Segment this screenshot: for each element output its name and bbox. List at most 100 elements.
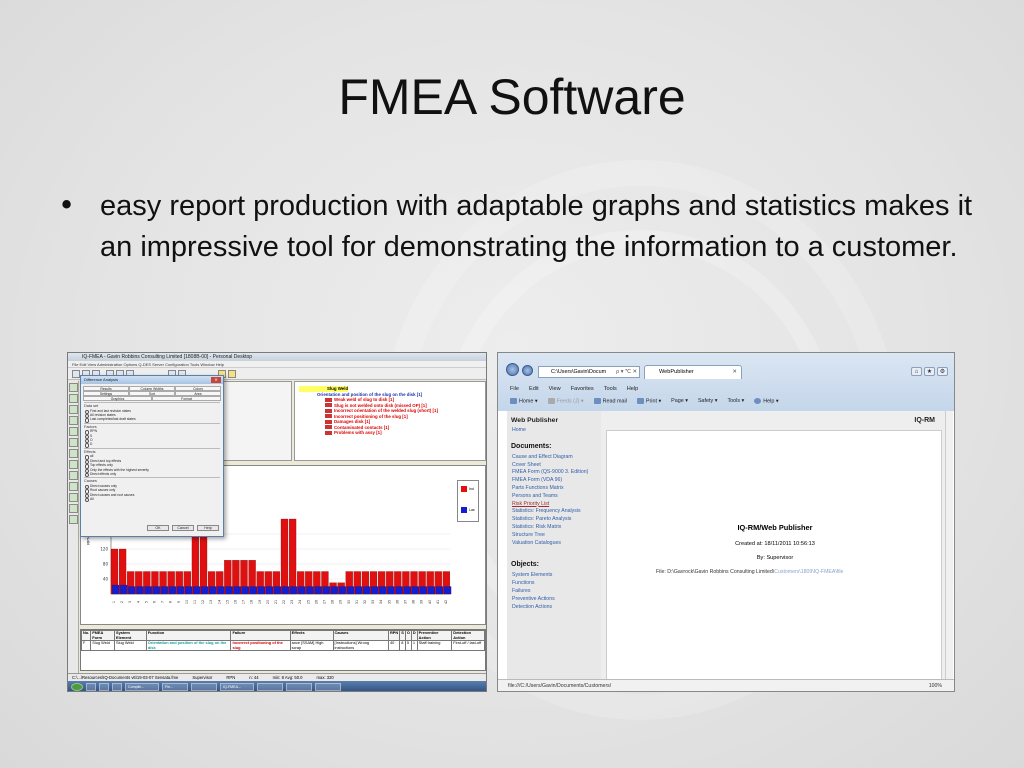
taskbar-item[interactable] bbox=[286, 683, 312, 691]
bar-las[interactable] bbox=[273, 586, 282, 595]
home-link[interactable]: Home bbox=[507, 427, 601, 435]
bar-las[interactable] bbox=[395, 586, 403, 595]
taskbar-item[interactable] bbox=[112, 683, 122, 691]
tree-root[interactable]: Slug Weld bbox=[299, 386, 349, 392]
tab-graphics[interactable]: Graphics bbox=[83, 396, 152, 401]
bar-las[interactable] bbox=[427, 586, 436, 595]
settings-icon[interactable]: ⚙ bbox=[937, 367, 948, 376]
app-menu-bar[interactable]: File Edit View Administration Options Q-… bbox=[68, 361, 486, 368]
bar-las[interactable] bbox=[168, 586, 176, 595]
grid-cell[interactable]: F bbox=[80, 640, 92, 652]
taskbar-item[interactable]: Fin... bbox=[162, 683, 188, 691]
tool-icon[interactable] bbox=[69, 493, 78, 502]
bar-las[interactable] bbox=[217, 586, 225, 595]
taskbar-item[interactable]: IQ-FMEA... bbox=[220, 683, 254, 691]
document-link[interactable]: FMEA Form (QS-9000 3. Edition) bbox=[507, 469, 601, 477]
bar-las[interactable] bbox=[225, 586, 233, 595]
bar-las[interactable] bbox=[306, 586, 314, 595]
document-link[interactable]: FMEA Form (VDA 96) bbox=[507, 477, 601, 485]
bar-las[interactable] bbox=[257, 586, 266, 595]
grid-cell[interactable]: [Instructions] Wrong instructions bbox=[332, 640, 390, 652]
menu-item[interactable]: Help bbox=[627, 386, 639, 392]
bar-las[interactable] bbox=[136, 586, 144, 595]
address-controls[interactable]: ρ ▾ ℃ ✕ bbox=[616, 367, 637, 377]
checkbox-option[interactable]: D bbox=[84, 442, 220, 449]
bar-ind[interactable] bbox=[280, 518, 289, 595]
grid-cell[interactable]: Orientation and position of the slug on … bbox=[145, 640, 232, 652]
vertical-scrollbar[interactable] bbox=[945, 411, 953, 683]
bar-las[interactable] bbox=[233, 586, 241, 595]
document-link[interactable]: Parts Functions Matrix bbox=[507, 485, 601, 493]
bar-ind[interactable] bbox=[288, 518, 297, 595]
bar-las[interactable] bbox=[282, 586, 290, 595]
radio-option[interactable]: Direct effects only bbox=[84, 472, 220, 478]
bar-las[interactable] bbox=[443, 586, 452, 595]
grid-cell[interactable]: 40 bbox=[387, 640, 401, 652]
favorites-icon[interactable]: ★ bbox=[924, 367, 935, 376]
document-link[interactable]: Statistics: Frequency Analysis bbox=[507, 508, 601, 516]
radio-option[interactable]: Last completed/last draft states bbox=[84, 417, 220, 424]
object-link[interactable]: Detection Actions bbox=[507, 604, 601, 612]
tool-icon[interactable] bbox=[69, 504, 78, 513]
tool-icon[interactable] bbox=[69, 438, 78, 447]
menu-item[interactable]: Edit bbox=[529, 386, 539, 392]
document-link[interactable]: Persons and Teams bbox=[507, 493, 601, 501]
document-link[interactable]: Cover Sheet bbox=[507, 462, 601, 470]
new-icon[interactable] bbox=[72, 370, 80, 378]
bar-las[interactable] bbox=[144, 586, 152, 595]
ok-button[interactable]: OK bbox=[147, 525, 169, 531]
object-link[interactable]: System Elements bbox=[507, 572, 601, 580]
bar-las[interactable] bbox=[160, 586, 168, 595]
home-button[interactable]: Home ▾ bbox=[510, 398, 538, 404]
grid-cell[interactable]: First-off / last-off bbox=[451, 640, 485, 652]
bar-las[interactable] bbox=[265, 586, 274, 595]
bar-las[interactable] bbox=[184, 586, 193, 595]
zoom-level[interactable]: 100% bbox=[929, 680, 942, 691]
page-button[interactable]: Page ▾ bbox=[671, 398, 688, 404]
tool-icon[interactable] bbox=[69, 405, 78, 414]
tool-icon[interactable] bbox=[69, 460, 78, 469]
object-link[interactable]: Functions bbox=[507, 580, 601, 588]
bar-las[interactable] bbox=[411, 586, 419, 595]
document-link[interactable]: Statistics: Risk Matrix bbox=[507, 524, 601, 532]
document-link-hovered[interactable]: Risk Priority List bbox=[507, 501, 601, 509]
taskbar-item[interactable]: Compile... bbox=[125, 683, 159, 691]
bar-las[interactable] bbox=[330, 586, 338, 595]
tool-icon[interactable] bbox=[69, 394, 78, 403]
tool-icon[interactable] bbox=[69, 471, 78, 480]
bar-las[interactable] bbox=[128, 586, 136, 595]
bar-las[interactable] bbox=[290, 586, 298, 595]
tools-button[interactable]: Tools ▾ bbox=[727, 398, 744, 404]
document-link[interactable]: Structure Tree bbox=[507, 532, 601, 540]
radio-option[interactable]: All bbox=[84, 497, 220, 504]
grid-cell[interactable]: Slug Weld bbox=[114, 640, 147, 652]
tool-icon[interactable] bbox=[69, 482, 78, 491]
taskbar-item[interactable] bbox=[257, 683, 283, 691]
bar-las[interactable] bbox=[354, 586, 363, 595]
bar-las[interactable] bbox=[379, 586, 387, 595]
grid-cell[interactable]: Staff training bbox=[416, 640, 453, 652]
tree-failure[interactable]: Problems with assy [1] bbox=[299, 430, 483, 436]
help-button[interactable]: Help bbox=[197, 525, 219, 531]
document-link[interactable]: Statistics: Pareto Analysis bbox=[507, 516, 601, 524]
bar-las[interactable] bbox=[193, 586, 201, 595]
close-tab-icon[interactable]: ✕ bbox=[732, 366, 737, 379]
star-icon[interactable] bbox=[228, 370, 236, 378]
bar-las[interactable] bbox=[322, 586, 330, 595]
bar-las[interactable] bbox=[403, 586, 411, 595]
tool-icon[interactable] bbox=[69, 427, 78, 436]
bar-las[interactable] bbox=[346, 586, 355, 595]
bar-las[interactable] bbox=[176, 586, 185, 595]
bar-las[interactable] bbox=[314, 586, 322, 595]
bar-las[interactable] bbox=[201, 586, 209, 595]
grid-cell[interactable]: Incorrect positioning of the slug bbox=[230, 640, 291, 652]
safety-button[interactable]: Safety ▾ bbox=[698, 398, 718, 404]
close-icon[interactable]: ✕ bbox=[211, 377, 221, 383]
menu-item[interactable]: File bbox=[510, 386, 519, 392]
tool-icon[interactable] bbox=[69, 383, 78, 392]
bar-las[interactable] bbox=[338, 586, 346, 595]
bar-las[interactable] bbox=[209, 586, 217, 595]
taskbar-item[interactable] bbox=[99, 683, 109, 691]
menu-item[interactable]: View bbox=[549, 386, 561, 392]
bar-las[interactable] bbox=[387, 586, 395, 595]
